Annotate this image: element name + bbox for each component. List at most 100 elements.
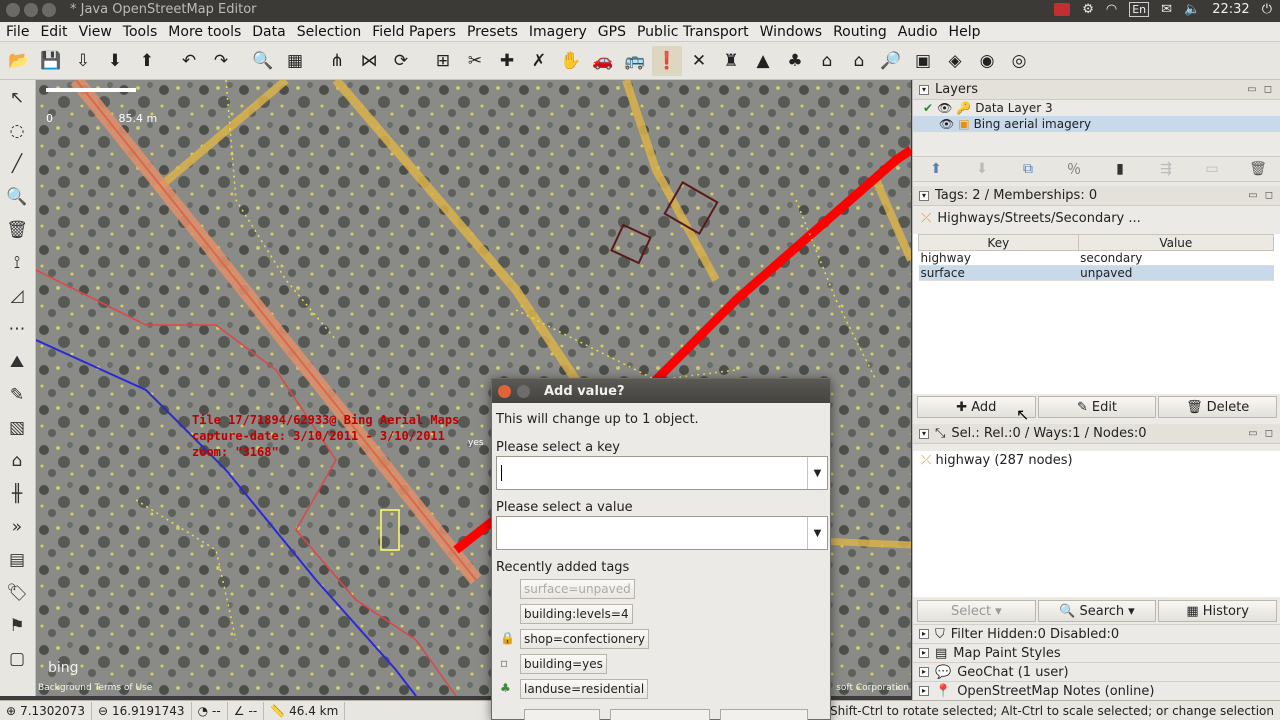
delete-layer-icon[interactable]: 🗑 [1235,157,1280,181]
combine-way-icon[interactable]: ⋈ [354,46,384,76]
clock[interactable]: 22:32 [1212,2,1249,17]
pencil-icon[interactable]: ✎ [2,380,32,410]
merge-icon[interactable]: ⇶ [1143,157,1189,181]
draw-tool-icon[interactable]: ╱ [2,149,32,179]
tag-key[interactable]: surface [918,265,1079,281]
refresh-icon[interactable]: ⟳ [386,46,416,76]
visibility-eye-icon[interactable]: 👁 [937,101,952,115]
volume-icon[interactable]: 🔈 [1184,2,1200,17]
menu-item-tools[interactable]: Tools [123,24,158,40]
menu-item-field-papers[interactable]: Field Papers [372,24,456,40]
collapse-icon[interactable]: ▾ [919,428,929,439]
help-button[interactable] [720,709,808,720]
layer-row-data[interactable]: ✔ 👁 🔑 Data Layer 3 [913,100,1280,116]
tag-icon[interactable]: ▣ [908,46,938,76]
tool-3-icon[interactable]: ✗ [524,46,554,76]
settings-icon[interactable]: ⚙ [1082,2,1094,17]
address-tool-icon[interactable]: ⌂ [2,446,32,476]
preferences-icon[interactable]: 🔍 [248,46,278,76]
delete-tool-icon[interactable]: 🗑 [2,215,32,245]
select-tool-icon[interactable]: ↖ [2,83,32,113]
undo-icon[interactable]: ↶ [174,46,204,76]
menu-item-public-transport[interactable]: Public Transport [637,24,749,40]
move-down-icon[interactable]: ⬇ [959,157,1005,181]
castle-icon[interactable]: ♜ [716,46,746,76]
more-tools-icon[interactable]: » [2,512,32,542]
hand-icon[interactable]: ✋ [556,46,586,76]
recent-tag-button[interactable]: building:levels=4 [520,604,633,624]
preset-title[interactable]: ⤫ Highways/Streets/Secondary ... [913,208,1141,228]
split-way-icon[interactable]: ⋔ [322,46,352,76]
menu-item-presets[interactable]: Presets [467,24,518,40]
pin-icon[interactable]: ▭ ◻ [1248,190,1275,201]
wifi-icon[interactable]: ◠ [1106,2,1117,17]
menu-item-file[interactable]: File [6,24,29,40]
tool-4-icon[interactable]: ⌂ [844,46,874,76]
redo-icon[interactable]: ↷ [206,46,236,76]
parallel-tool-icon[interactable]: ◿ [2,281,32,311]
selection-panel-header[interactable]: ▾ ⤡ Sel.: Rel.:0 / Ways:1 / Nodes:0 ▭ ◻ [913,424,1280,444]
tag-column-key[interactable]: Key [918,234,1079,251]
tool-2-icon[interactable]: ✚ [492,46,522,76]
preferences-2-icon[interactable]: ▦ [280,46,310,76]
menu-item-selection[interactable]: Selection [297,24,362,40]
menu-item-view[interactable]: View [79,24,112,40]
menu-item-data[interactable]: Data [252,24,285,40]
menu-item-routing[interactable]: Routing [833,24,887,40]
route-tool-icon[interactable]: ⋯ [2,314,32,344]
activate-layer-icon[interactable]: ⧉ [1005,157,1051,181]
history-button[interactable]: ▦ History [1158,600,1278,622]
menu-item-imagery[interactable]: Imagery [529,24,587,40]
menu-item-audio[interactable]: Audio [898,24,938,40]
toggle-icon[interactable]: ▢ [2,644,32,674]
grid-icon[interactable]: ⊞ [428,46,458,76]
expand-icon[interactable]: ▸ [919,667,929,677]
active-check-icon[interactable]: ✔ [923,101,933,115]
opacity-icon[interactable]: ％ [1051,157,1097,181]
recent-tag-button[interactable]: building=yes [520,654,607,674]
eye-icon[interactable]: ◉ [972,46,1002,76]
orange-icon[interactable]: ◎ [1004,46,1034,76]
delete-tag-button[interactable]: 🗑 Delete [1158,396,1278,418]
landscape-icon[interactable]: ▲ [748,46,778,76]
upload-icon[interactable]: ⬆ [132,46,162,76]
recent-tag-button[interactable]: landuse=residential [520,679,649,699]
filter-panel[interactable]: ▸ ⛉ Filter Hidden:0 Disabled:0 [913,624,1280,643]
menu-item-edit[interactable]: Edit [40,24,67,40]
tag-value[interactable]: secondary [1078,250,1274,266]
attribution-terms-link[interactable]: Background Terms of Use [38,683,152,693]
tag-key[interactable]: highway [918,250,1079,266]
search-icon[interactable]: 🔎 [876,46,906,76]
tag-row[interactable]: highway secondary [918,250,1274,266]
tree-icon[interactable]: ♣ [780,46,810,76]
building-tool-icon[interactable]: ▧ [2,413,32,443]
pin-icon[interactable]: ▭ ◻ [1247,84,1274,95]
menu-item-help[interactable]: Help [949,24,981,40]
expand-icon[interactable]: ▸ [919,686,929,696]
menu-item-windows[interactable]: Windows [760,24,823,40]
edit-tag-button[interactable]: ✎ Edit [1037,396,1157,418]
save-icon[interactable]: 💾 [36,46,66,76]
visibility-eye-icon[interactable]: 👁 [939,117,954,131]
menu-item-gps[interactable]: GPS [598,24,626,40]
bus-icon[interactable]: 🚌 [620,46,650,76]
info-icon[interactable]: ▮ [1097,157,1143,181]
duplicate-icon[interactable]: ▭ [1189,157,1235,181]
recent-tag-button[interactable]: shop=confectionery [520,629,650,649]
chevron-down-icon[interactable]: ▼ [807,517,827,549]
pin-icon[interactable]: ▭ ◻ [1248,428,1275,439]
keyboard-layout[interactable]: En [1129,2,1150,17]
layers-panel-header[interactable]: ▾ Layers ▭ ◻ [913,80,1280,100]
search-button[interactable]: 🔍 Search ▾ [1037,600,1157,622]
tag-tool-icon[interactable]: 🏷 [2,578,32,608]
expand-icon[interactable]: ▸ [919,648,929,658]
gpx-icon[interactable]: ⛰ [2,347,32,377]
dialog-minimize-button[interactable] [517,384,530,398]
menu-item-more-tools[interactable]: More tools [168,24,241,40]
collapse-icon[interactable]: ▾ [919,84,929,95]
map-paint-styles-panel[interactable]: ▸ ▤ Map Paint Styles [913,643,1280,662]
expand-icon[interactable]: ▸ [919,629,929,639]
collapse-icon[interactable]: ▾ [919,190,929,201]
geochat-panel[interactable]: ▸ 💬 GeoChat (1 user) [913,662,1280,681]
house-icon[interactable]: ⌂ [812,46,842,76]
